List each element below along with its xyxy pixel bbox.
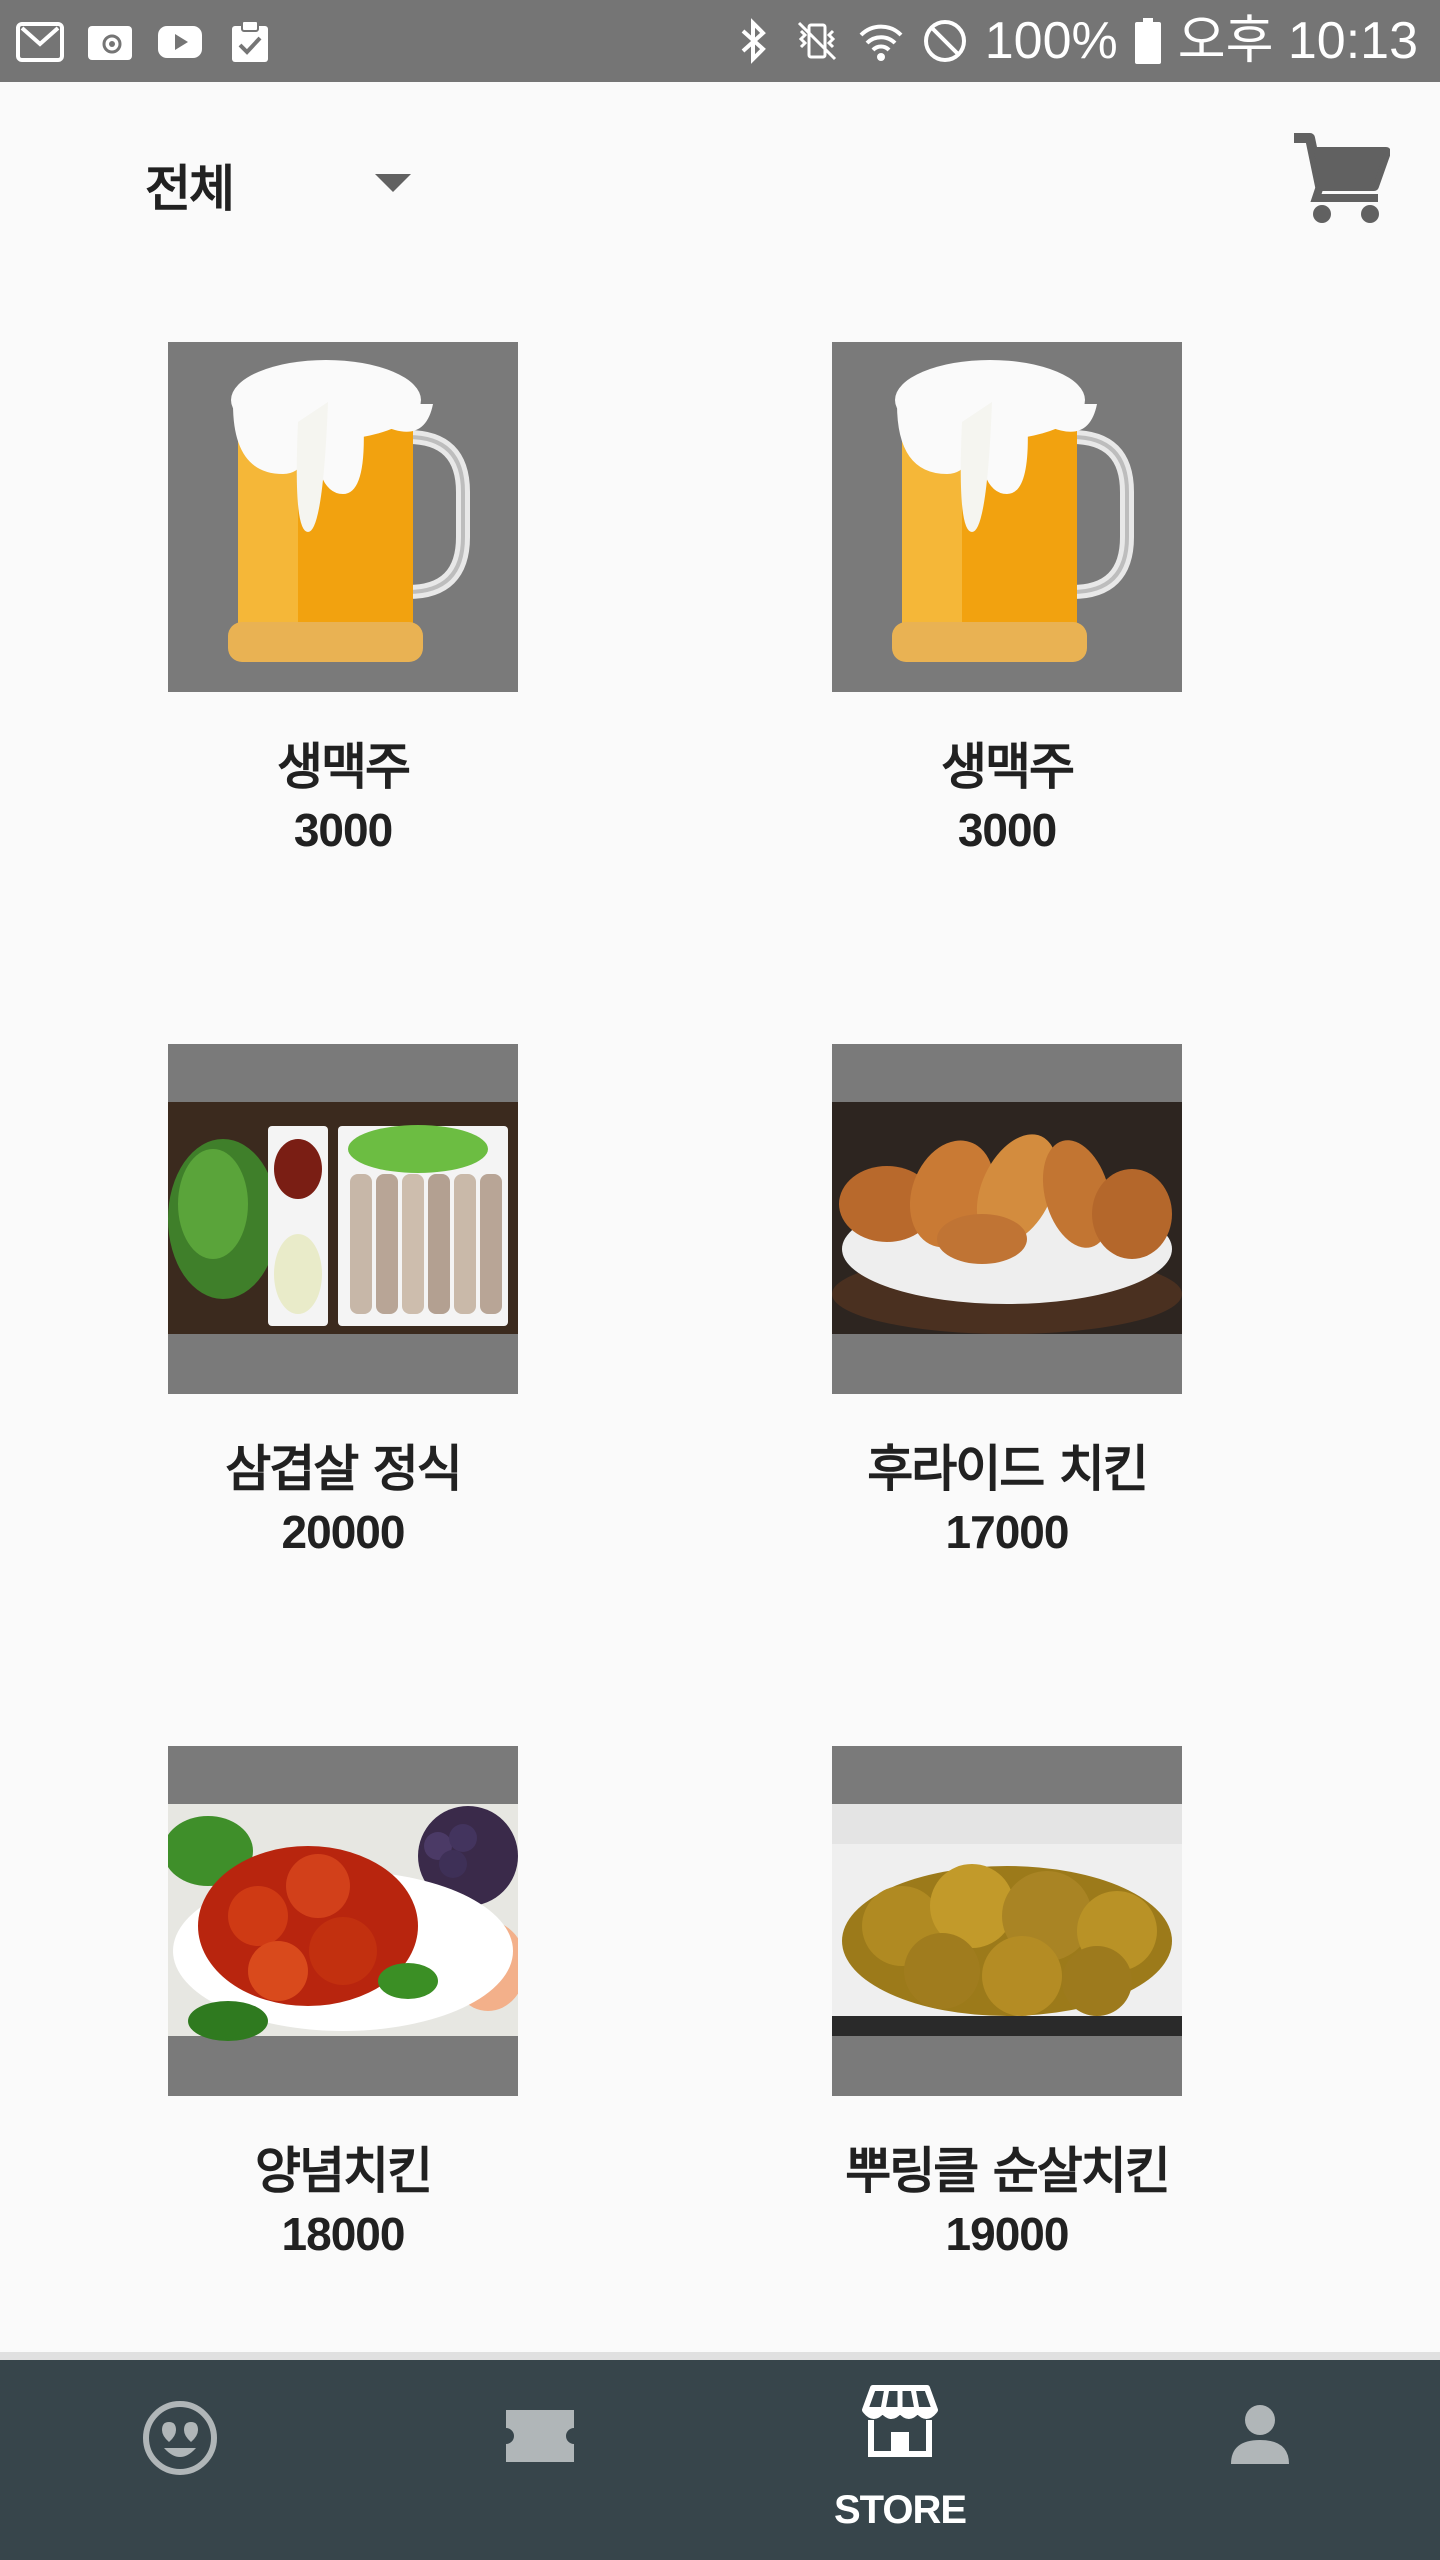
product-image-boneless-chicken[interactable] — [832, 1746, 1182, 2096]
product-name: 뿌링클 순살치킨 — [845, 2142, 1170, 2200]
nav-item-ticket[interactable] — [360, 2360, 720, 2560]
product-image-pork-belly[interactable] — [168, 1044, 518, 1394]
product-name: 생맥주 — [277, 738, 411, 796]
nav-label-store: STORE — [833, 2488, 967, 2532]
product-name: 생맥주 — [941, 738, 1075, 796]
product-image-seasoned-chicken[interactable] — [168, 1746, 518, 2096]
product-price: 18000 — [281, 2208, 406, 2260]
nav-item-profile[interactable] — [1080, 2360, 1440, 2560]
status-bar: 100% 오후 10:13 — [0, 0, 1440, 82]
wifi-icon — [859, 24, 903, 61]
bottom-navigation: STORE — [0, 2352, 1440, 2560]
product-name: 후라이드 치킨 — [867, 1440, 1148, 1498]
shopping-cart-icon[interactable] — [1290, 128, 1390, 228]
battery-percent: 100% — [984, 12, 1118, 70]
product-price: 19000 — [945, 2208, 1070, 2260]
product-name: 삼겹살 정식 — [225, 1440, 462, 1498]
product-name: 양념치킨 — [255, 2142, 433, 2200]
product-image-fried-chicken[interactable] — [832, 1044, 1182, 1394]
nav-item-recommend[interactable] — [0, 2360, 360, 2560]
category-filter-dropdown[interactable]: 전체 — [145, 150, 411, 220]
email-icon — [88, 26, 132, 60]
ticket-icon — [506, 2410, 574, 2462]
product-price: 3000 — [293, 804, 393, 856]
dropdown-arrow-icon — [375, 174, 411, 192]
product-image-beer[interactable] — [168, 342, 518, 692]
product-image-beer[interactable] — [832, 342, 1182, 692]
smiley-heart-eyes-icon — [143, 2401, 217, 2475]
clipboard-check-icon — [232, 20, 268, 62]
person-icon — [1231, 2405, 1289, 2464]
gmail-icon — [16, 22, 64, 62]
category-filter-label: 전체 — [145, 160, 235, 218]
vibrate-icon — [797, 21, 836, 61]
clock: 오후 10:13 — [1177, 12, 1418, 70]
bluetooth-icon — [741, 18, 766, 64]
store-icon — [862, 2385, 938, 2457]
product-price: 17000 — [945, 1506, 1070, 1558]
nav-item-store[interactable]: STORE — [720, 2360, 1080, 2560]
battery-icon — [1134, 18, 1161, 64]
do-not-disturb-icon — [923, 20, 966, 62]
youtube-icon — [158, 26, 202, 58]
product-price: 20000 — [281, 1506, 406, 1558]
product-price: 3000 — [957, 804, 1057, 856]
